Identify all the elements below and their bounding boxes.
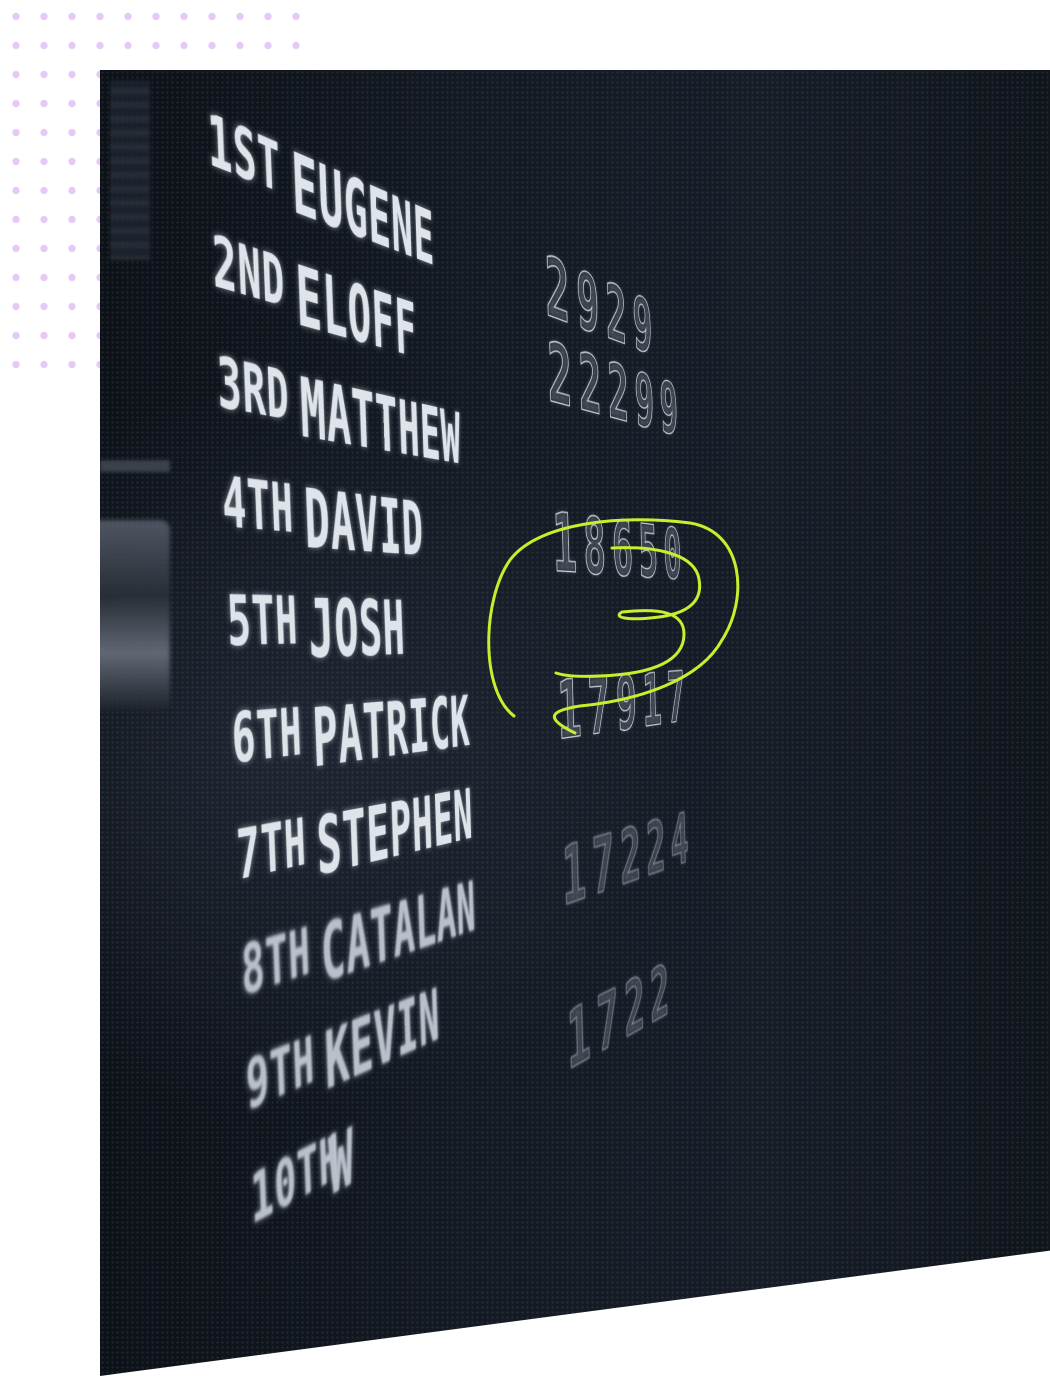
player-name: JOSH (306, 584, 407, 678)
rank-label: 10TH (249, 1120, 341, 1242)
leaderboard-photo: 1ST EUGENE 2929 2ND ELOFF 22299 3RD MATT… (100, 70, 1050, 1376)
player-name: W (327, 1113, 356, 1215)
player-name: DAVID (302, 473, 425, 574)
rank-label: 2ND (210, 220, 287, 324)
rank-label: 7TH (234, 805, 308, 898)
rank-label: 9TH (244, 1022, 317, 1128)
rank-label: 8TH (239, 914, 312, 1013)
rank-label: 5TH (225, 581, 300, 664)
rank-label: 4TH (220, 462, 296, 550)
scoreboard-rows: 1ST EUGENE 2929 2ND ELOFF 22299 3RD MATT… (206, 98, 727, 1376)
led-scoreboard: 1ST EUGENE 2929 2ND ELOFF 22299 3RD MATT… (100, 70, 1050, 1376)
rank-label: 6TH (230, 695, 304, 781)
rank-label: 3RD (215, 342, 291, 438)
player-name: PATRICK (310, 683, 472, 787)
rank-label: 1ST (205, 98, 283, 211)
